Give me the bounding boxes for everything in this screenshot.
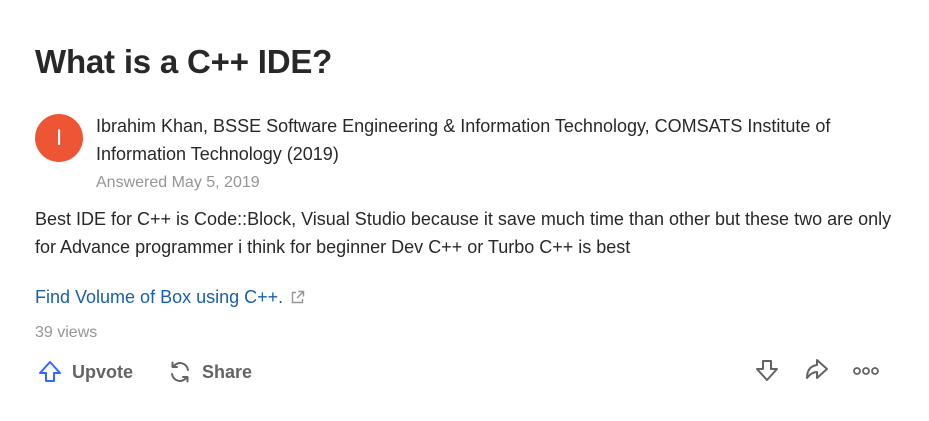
upvote-label: Upvote <box>72 361 134 382</box>
more-dots-icon <box>853 363 879 381</box>
upvote-button[interactable]: Upvote <box>37 355 133 389</box>
forward-button[interactable] <box>803 358 831 386</box>
external-link-icon <box>290 286 305 312</box>
question-title[interactable]: What is a C++ IDE? <box>35 40 332 84</box>
upvote-arrow-icon <box>37 359 63 385</box>
share-label: Share <box>202 361 253 382</box>
answer-body: Best IDE for C++ is Code::Block, Visual … <box>35 209 892 257</box>
answer-action-bar: Upvote Share <box>35 355 895 389</box>
forward-arrow-icon <box>804 357 830 388</box>
answer-link[interactable]: Find Volume of Box using C++. <box>35 287 283 307</box>
downvote-arrow-icon <box>754 357 780 388</box>
downvote-button[interactable] <box>753 358 781 386</box>
share-button[interactable]: Share <box>167 355 252 389</box>
author-credential[interactable]: Ibrahim Khan, BSSE Software Engineering … <box>96 112 916 168</box>
answered-date[interactable]: Answered May 5, 2019 <box>96 172 260 194</box>
share-cycle-icon <box>167 359 193 385</box>
views-count: 39 views <box>35 324 98 341</box>
answer-link-row: Find Volume of Box using C++. <box>35 284 305 312</box>
avatar[interactable]: I <box>35 114 83 162</box>
more-options-button[interactable] <box>852 358 880 386</box>
